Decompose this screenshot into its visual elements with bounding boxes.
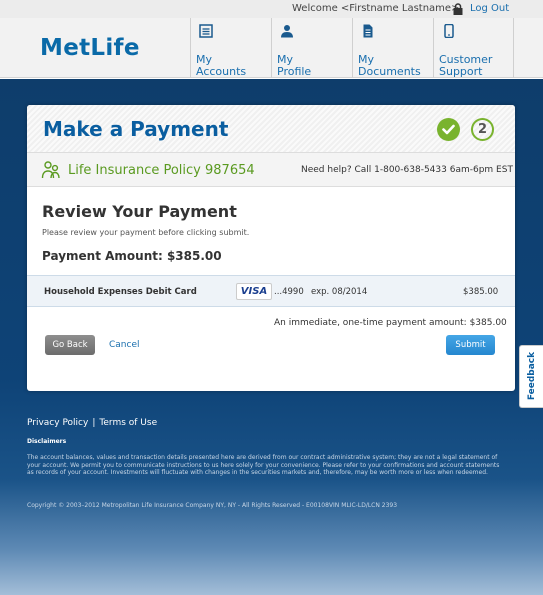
nav-my-profile-label: My Profile <box>277 53 312 78</box>
header-nav: MetLife My Accounts My Profile My Documents… <box>0 18 543 78</box>
feedback-tab[interactable]: Feedback <box>519 345 543 408</box>
payment-card: Make a Payment 2 Life Insurance Policy 9… <box>27 105 515 391</box>
payment-method-name: Household Expenses Debit Card <box>44 287 197 297</box>
family-icon <box>41 161 60 179</box>
checkmark-icon <box>442 124 455 135</box>
terms-of-use-link[interactable]: Terms of Use <box>99 418 157 428</box>
submit-button[interactable]: Submit <box>446 335 495 355</box>
privacy-policy-link[interactable]: Privacy Policy <box>27 418 88 428</box>
review-heading: Review Your Payment <box>42 202 237 221</box>
policy-name: Life Insurance Policy 987654 <box>68 163 255 178</box>
nav-my-profile[interactable]: My Profile <box>271 18 352 78</box>
welcome-message: Welcome <Firstname Lastname> <box>292 3 460 14</box>
step-current: 2 <box>471 118 494 141</box>
visa-logo: VISA <box>236 283 272 300</box>
top-utility-bar: Welcome <Firstname Lastname> Log Out <box>0 0 543 18</box>
phone-icon <box>444 24 454 38</box>
footer-links: Privacy Policy | Terms of Use <box>27 418 157 428</box>
policy-bar: Life Insurance Policy 987654 Need help? … <box>27 153 515 187</box>
payment-amount: Payment Amount: $385.00 <box>42 249 222 263</box>
list-icon <box>199 24 213 38</box>
payment-summary: An immediate, one-time payment amount: $… <box>274 318 507 328</box>
disclaimers-heading: Disclaimers <box>27 438 67 445</box>
metlife-logo[interactable]: MetLife <box>40 35 140 61</box>
person-icon <box>281 25 293 38</box>
nav-my-accounts-label: My Accounts <box>196 53 247 78</box>
help-line: Need help? Call 1-800-638-5433 6am-6pm E… <box>301 165 513 175</box>
payment-method-row: Household Expenses Debit Card VISA ...49… <box>27 275 515 307</box>
document-icon <box>363 24 373 38</box>
payment-method-amount: $385.00 <box>463 287 499 297</box>
payment-card-header: Make a Payment 2 <box>27 105 515 153</box>
page-title: Make a Payment <box>43 117 229 141</box>
card-last-four: ...4990 <box>274 287 304 297</box>
nav-my-documents-label: My Documents <box>358 53 421 78</box>
nav-my-accounts[interactable]: My Accounts <box>190 18 271 78</box>
card-expiry: exp. 08/2014 <box>311 287 368 297</box>
lock-icon <box>453 3 463 15</box>
go-back-button[interactable]: Go Back <box>45 335 95 355</box>
step-complete <box>437 118 460 141</box>
review-instructions: Please review your payment before clicki… <box>42 228 250 237</box>
nav-customer-support-label: Customer Support <box>439 53 493 78</box>
feedback-label: Feedback <box>527 351 537 401</box>
disclaimer-text: The account balances, values and transac… <box>27 454 500 476</box>
cancel-link[interactable]: Cancel <box>109 340 140 350</box>
footer-separator: | <box>92 418 96 428</box>
copyright-text: Copyright © 2003–2012 Metropolitan Life … <box>27 502 398 509</box>
nav-customer-support[interactable]: Customer Support <box>433 18 514 78</box>
nav-my-documents[interactable]: My Documents <box>352 18 433 78</box>
log-out-link[interactable]: Log Out <box>470 3 509 14</box>
